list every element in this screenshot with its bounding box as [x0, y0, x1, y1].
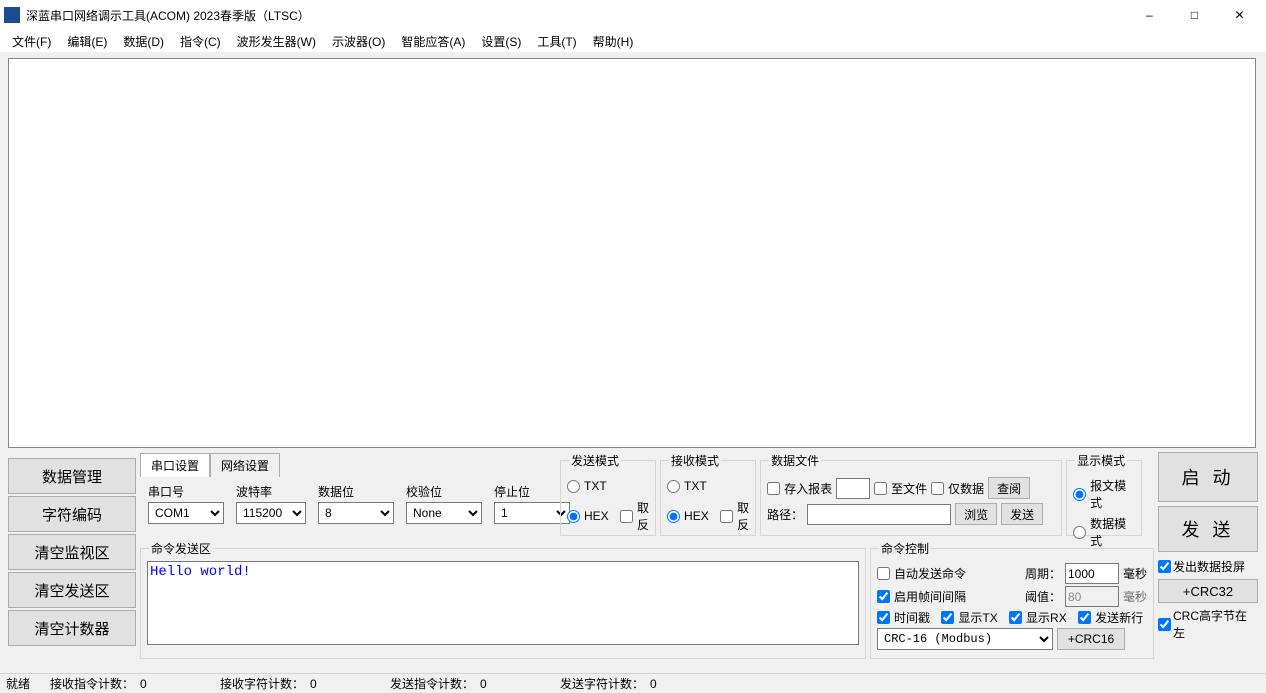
sendmode-invert-check[interactable] [620, 510, 633, 523]
recvmode-txt-radio[interactable] [667, 480, 680, 493]
threshold-input [1065, 586, 1119, 607]
menu-help[interactable]: 帮助(H) [585, 31, 642, 52]
project-screen-check[interactable] [1158, 560, 1171, 573]
send-area-title: 命令发送区 [149, 540, 213, 557]
frame-interval-check[interactable] [877, 590, 890, 603]
clear-monitor-button[interactable]: 清空监视区 [8, 534, 136, 570]
menu-osc[interactable]: 示波器(O) [324, 31, 393, 52]
tab-network[interactable]: 网络设置 [210, 453, 280, 477]
recvmode-invert-check[interactable] [720, 510, 733, 523]
receive-area[interactable] [8, 58, 1256, 448]
status-ready: 就绪 [6, 675, 50, 692]
sendmode-txt-radio[interactable] [567, 480, 580, 493]
recv-mode-group: 接收模式 TXT HEX 取反 [660, 452, 756, 536]
titlebar: 深蓝串口网络调示工具(ACOM) 2023春季版（LTSC） – □ ✕ [0, 0, 1266, 30]
recvmode-hex-radio[interactable] [667, 510, 680, 523]
status-bar: 就绪 接收指令计数：0 接收字符计数：0 发送指令计数：0 发送字符计数：0 [0, 673, 1266, 693]
rx-char-count-label: 接收字符计数： [220, 675, 310, 692]
send-area-group: 命令发送区 Hello world! [140, 540, 866, 659]
baud-label: 波特率 [236, 483, 306, 500]
baud-select[interactable]: 115200 [236, 502, 306, 524]
auto-send-check[interactable] [877, 567, 890, 580]
show-rx-check[interactable] [1009, 611, 1022, 624]
rx-cmd-count-label: 接收指令计数： [50, 675, 140, 692]
cmd-control-title: 命令控制 [879, 540, 931, 557]
char-encoding-button[interactable]: 字符编码 [8, 496, 136, 532]
sendmode-hex-radio[interactable] [567, 510, 580, 523]
menu-cmd[interactable]: 指令(C) [172, 31, 229, 52]
port-select[interactable]: COM1 [148, 502, 224, 524]
minimize-button[interactable]: – [1127, 1, 1172, 29]
only-data-check[interactable] [931, 482, 944, 495]
file-send-button[interactable]: 发送 [1001, 503, 1043, 525]
browse-button[interactable]: 浏览 [955, 503, 997, 525]
to-file-check[interactable] [874, 482, 887, 495]
stopbits-label: 停止位 [494, 483, 570, 500]
parity-select[interactable]: None [406, 502, 482, 524]
data-file-group: 数据文件 存入报表 至文件 仅数据 查阅 路径： 浏览 发送 [760, 452, 1062, 536]
tx-char-count: 0 [650, 677, 730, 691]
stopbits-select[interactable]: 1 [494, 502, 570, 524]
show-tx-check[interactable] [941, 611, 954, 624]
save-report-check[interactable] [767, 482, 780, 495]
maximize-button[interactable]: □ [1172, 1, 1217, 29]
save-report-input[interactable] [836, 478, 870, 499]
data-file-title: 数据文件 [769, 452, 821, 469]
display-mode-group: 显示模式 报文模式 数据模式 [1066, 452, 1142, 536]
window-title: 深蓝串口网络调示工具(ACOM) 2023春季版（LTSC） [26, 7, 1127, 24]
menu-wave[interactable]: 波形发生器(W) [229, 31, 324, 52]
menu-data[interactable]: 数据(D) [115, 31, 172, 52]
period-input[interactable] [1065, 563, 1119, 584]
dispmode-msg-radio[interactable] [1073, 488, 1086, 501]
crc16-button[interactable]: +CRC16 [1057, 628, 1125, 650]
view-button[interactable]: 查阅 [988, 477, 1030, 499]
tx-char-count-label: 发送字符计数： [560, 675, 650, 692]
clear-send-button[interactable]: 清空发送区 [8, 572, 136, 608]
path-input[interactable] [807, 504, 951, 525]
display-mode-title: 显示模式 [1075, 452, 1127, 469]
menu-file[interactable]: 文件(F) [4, 31, 59, 52]
data-manage-button[interactable]: 数据管理 [8, 458, 136, 494]
timestamp-check[interactable] [877, 611, 890, 624]
tx-cmd-count-label: 发送指令计数： [390, 675, 480, 692]
rx-char-count: 0 [310, 677, 390, 691]
port-label: 串口号 [148, 483, 224, 500]
path-label: 路径： [767, 506, 803, 523]
menu-ai[interactable]: 智能应答(A) [393, 31, 473, 52]
threshold-label: 阈值： [1025, 588, 1061, 605]
rx-cmd-count: 0 [140, 677, 220, 691]
newline-check[interactable] [1078, 611, 1091, 624]
send-mode-title: 发送模式 [569, 452, 621, 469]
databits-select[interactable]: 8 [318, 502, 394, 524]
menu-tool[interactable]: 工具(T) [529, 31, 584, 52]
tab-serial[interactable]: 串口设置 [140, 453, 210, 477]
cmd-control-group: 命令控制 自动发送命令 周期： 毫秒 启用帧间间隔 阈值： 毫秒 时间 [870, 540, 1154, 659]
parity-label: 校验位 [406, 483, 482, 500]
period-label: 周期： [1025, 565, 1061, 582]
send-text-input[interactable]: Hello world! [147, 561, 859, 645]
recv-mode-title: 接收模式 [669, 452, 721, 469]
app-icon [4, 7, 20, 23]
menu-edit[interactable]: 编辑(E) [59, 31, 115, 52]
send-mode-group: 发送模式 TXT HEX 取反 [560, 452, 656, 536]
tx-cmd-count: 0 [480, 677, 560, 691]
close-button[interactable]: ✕ [1217, 1, 1262, 29]
crc-algo-select[interactable]: CRC-16 (Modbus) [877, 628, 1053, 650]
send-button[interactable]: 发 送 [1158, 506, 1258, 552]
menubar: 文件(F) 编辑(E) 数据(D) 指令(C) 波形发生器(W) 示波器(O) … [0, 30, 1266, 52]
databits-label: 数据位 [318, 483, 394, 500]
clear-counter-button[interactable]: 清空计数器 [8, 610, 136, 646]
dispmode-data-radio[interactable] [1073, 526, 1086, 539]
menu-set[interactable]: 设置(S) [473, 31, 529, 52]
start-button[interactable]: 启 动 [1158, 452, 1258, 502]
crc-high-left-check[interactable] [1158, 618, 1171, 631]
crc32-button[interactable]: +CRC32 [1158, 579, 1258, 603]
